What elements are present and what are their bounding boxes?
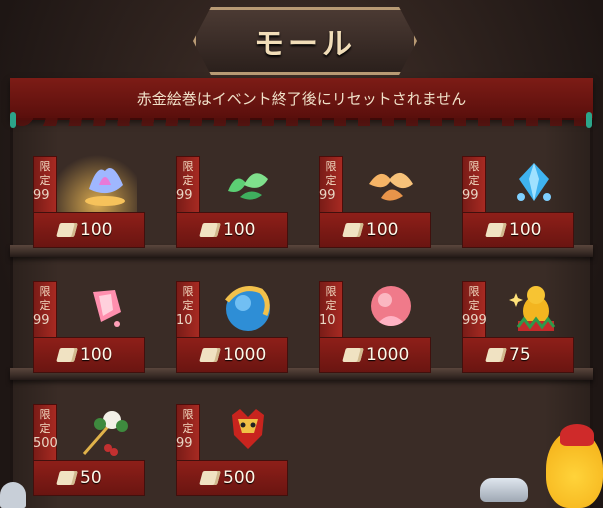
scroll-currency-icon — [342, 223, 364, 237]
limit-tag: 限定 — [319, 281, 343, 339]
limit-tag: 限定 — [462, 156, 486, 214]
limit-count: 999 — [462, 313, 487, 328]
green-leaves-icon — [220, 158, 276, 208]
price: 100 — [80, 220, 113, 240]
limit-count: 99 — [33, 188, 50, 203]
shop-item[interactable]: 限定 10 1000 — [319, 265, 431, 375]
shop-item[interactable]: 限定 99 100 — [176, 140, 288, 250]
scroll-currency-icon — [56, 348, 78, 362]
crystal-orb-icon — [77, 158, 133, 208]
price-button[interactable]: 100 — [462, 212, 574, 248]
flower-hairpin-icon — [77, 406, 133, 456]
limit-tag: 限定 — [33, 404, 57, 462]
limit-count: 99 — [319, 188, 336, 203]
price: 500 — [223, 468, 256, 488]
limit-count: 500 — [33, 436, 58, 451]
limit-tag: 限定 — [33, 281, 57, 339]
price: 100 — [509, 220, 542, 240]
limit-count: 99 — [176, 436, 193, 451]
price-button[interactable]: 100 — [319, 212, 431, 248]
notice-text: 赤金絵巻はイベント終了後にリセットされません — [136, 89, 467, 108]
price: 50 — [80, 468, 102, 488]
orange-crystal-icon — [363, 158, 419, 208]
scroll-currency-icon — [56, 471, 78, 485]
pink-lotus-orb-icon — [363, 283, 419, 333]
scroll-currency-icon — [199, 348, 221, 362]
price-button[interactable]: 1000 — [176, 337, 288, 373]
limit-tag: 限定 — [176, 281, 200, 339]
blue-gem-icon — [506, 158, 562, 208]
shop-item[interactable]: 限定 99 100 — [319, 140, 431, 250]
silver-ingot-icon — [0, 482, 26, 508]
notice-banner: 赤金絵巻はイベント終了後にリセットされません — [10, 78, 593, 126]
tassel-icon — [10, 112, 16, 128]
limit-count: 99 — [176, 188, 193, 203]
pink-crystal-icon — [77, 283, 133, 333]
price: 1000 — [223, 345, 267, 365]
limit-count: 10 — [319, 313, 336, 328]
price-button[interactable]: 1000 — [319, 337, 431, 373]
limit-count: 99 — [33, 313, 50, 328]
shop-item[interactable]: 限定 99 100 — [33, 265, 145, 375]
mascot-chick-icon — [546, 424, 603, 508]
price-button[interactable]: 100 — [176, 212, 288, 248]
limit-count: 10 — [176, 313, 193, 328]
shop-item[interactable]: 限定 10 1000 — [176, 265, 288, 375]
limit-tag: 限定 — [176, 156, 200, 214]
limit-tag: 限定 — [176, 404, 200, 462]
price-button[interactable]: 75 — [462, 337, 574, 373]
scroll-currency-icon — [199, 471, 221, 485]
dragon-orb-icon — [220, 283, 276, 333]
price: 100 — [80, 345, 113, 365]
tassel-icon — [586, 112, 592, 128]
limit-tag: 限定 — [462, 281, 486, 339]
scroll-currency-icon — [56, 223, 78, 237]
shop-item[interactable]: 限定 99 100 — [33, 140, 145, 250]
red-dragon-head-icon — [220, 406, 276, 456]
price: 100 — [366, 220, 399, 240]
gold-chick-icon — [506, 283, 562, 333]
price: 100 — [223, 220, 256, 240]
price: 1000 — [366, 345, 410, 365]
scroll-currency-icon — [342, 348, 364, 362]
limit-count: 99 — [462, 188, 479, 203]
limit-tag: 限定 — [319, 156, 343, 214]
price: 75 — [509, 345, 531, 365]
price-button[interactable]: 50 — [33, 460, 145, 496]
scroll-currency-icon — [485, 223, 507, 237]
page-title: モール — [254, 27, 356, 62]
scroll-currency-icon — [485, 348, 507, 362]
scroll-currency-icon — [199, 223, 221, 237]
silver-ingot-icon — [480, 478, 528, 502]
title-plaque: モール — [193, 7, 417, 75]
price-button[interactable]: 500 — [176, 460, 288, 496]
price-button[interactable]: 100 — [33, 212, 145, 248]
shop-item[interactable]: 限定 99 100 — [462, 140, 574, 250]
shop-item[interactable]: 限定 99 500 — [176, 388, 288, 498]
limit-tag: 限定 — [33, 156, 57, 214]
shop-item[interactable]: 限定 999 75 — [462, 265, 574, 375]
price-button[interactable]: 100 — [33, 337, 145, 373]
shop-item[interactable]: 限定 500 50 — [33, 388, 145, 498]
